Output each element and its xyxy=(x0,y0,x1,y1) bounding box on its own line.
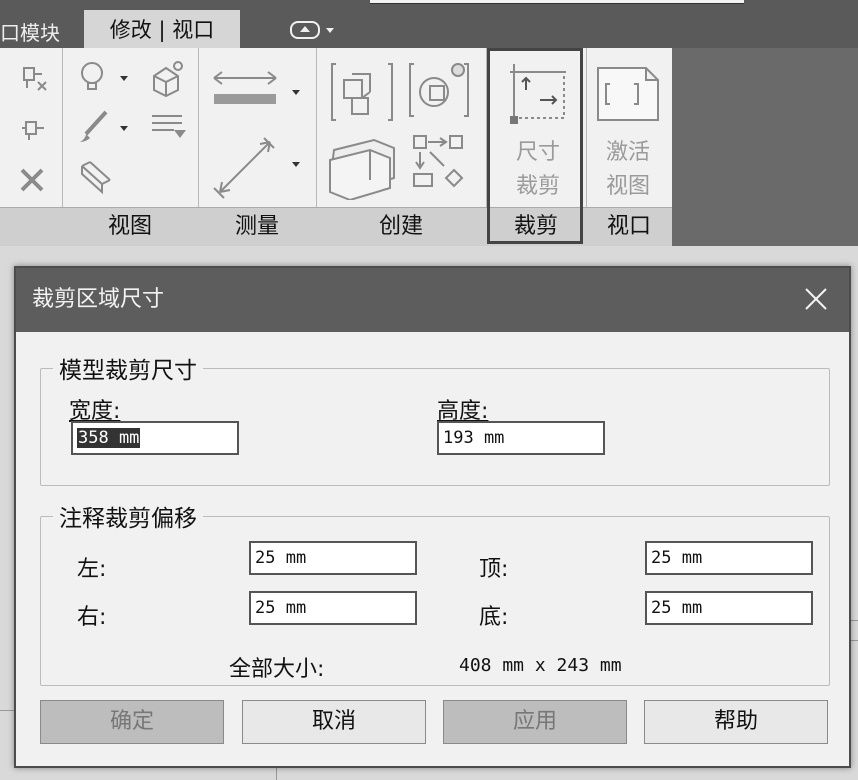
filter-lines-icon[interactable] xyxy=(148,110,188,142)
annotation-crop-offset-group: 注释裁剪偏移 左: 25 mm 顶: 25 mm 右: 25 mm 底: 25 … xyxy=(40,499,830,686)
model-crop-size-group: 模型裁剪尺寸 宽度: 358 mm 高度: 193 mm xyxy=(40,351,830,486)
model-crop-size-title: 模型裁剪尺寸 xyxy=(53,351,203,385)
ribbon-panel-partial xyxy=(0,48,63,246)
create-sheets-icon[interactable] xyxy=(326,130,406,200)
create-view-icon[interactable] xyxy=(330,60,400,124)
ribbon-panel-measure: 测量 xyxy=(198,48,317,246)
render-cube-icon[interactable] xyxy=(148,58,188,98)
drawing-line xyxy=(851,640,858,641)
measure-distance-icon[interactable] xyxy=(210,62,310,122)
brush-icon[interactable] xyxy=(76,108,136,148)
pin-icon[interactable] xyxy=(18,116,48,142)
crop-size-button-selected[interactable] xyxy=(487,48,583,244)
create-sequence-icon[interactable] xyxy=(410,132,480,196)
crop-region-size-dialog: 裁剪区域尺寸 模型裁剪尺寸 宽度: 358 mm 高度: 193 mm 注释裁剪… xyxy=(14,266,851,768)
panel-label-viewport: 视口 xyxy=(586,207,672,246)
delete-x-icon[interactable] xyxy=(18,166,46,194)
measure-element-icon[interactable] xyxy=(210,132,310,202)
create-callout-icon[interactable] xyxy=(408,58,478,122)
panel-label-empty xyxy=(0,207,62,246)
ribbon-panel-view: 视图 xyxy=(62,48,199,246)
dialog-title: 裁剪区域尺寸 xyxy=(32,287,165,312)
activate-view-icon[interactable] xyxy=(596,64,662,124)
top-offset-label: 顶: xyxy=(479,557,509,582)
chevron-down-icon[interactable] xyxy=(326,27,334,33)
ok-button[interactable]: 确定 xyxy=(40,700,224,744)
ribbon-panel-viewport: 激活 视图 视口 xyxy=(586,48,672,246)
drawing-line xyxy=(0,710,14,711)
tab-modify-viewport[interactable]: 修改 | 视口 xyxy=(84,10,240,48)
height-field[interactable]: 193 mm xyxy=(437,421,605,455)
height-value[interactable]: 193 mm xyxy=(443,428,504,448)
lightbulb-icon[interactable] xyxy=(78,60,136,96)
ribbon-panel-create: 创建 xyxy=(316,48,487,246)
annotation-crop-offset-title: 注释裁剪偏移 xyxy=(53,499,203,533)
title-input-edge xyxy=(370,0,744,4)
activate-view-label-1[interactable]: 激活 xyxy=(588,136,668,170)
panel-label-create: 创建 xyxy=(316,207,486,246)
top-offset-value[interactable]: 25 mm xyxy=(651,548,702,568)
ribbon-minimize-control[interactable] xyxy=(290,20,334,40)
total-size-value: 408 mm x 243 mm xyxy=(459,655,622,676)
apply-button[interactable]: 应用 xyxy=(443,700,627,744)
dialog-title-bar[interactable]: 裁剪区域尺寸 xyxy=(16,268,849,332)
top-offset-field[interactable]: 25 mm xyxy=(645,541,813,575)
left-offset-value[interactable]: 25 mm xyxy=(255,548,306,568)
ribbon-tab-bar: 口模块 修改 | 视口 xyxy=(0,0,858,48)
drawing-line xyxy=(276,768,277,780)
drawing-line xyxy=(851,620,858,621)
tab-partial[interactable]: 口模块 xyxy=(0,18,60,48)
total-size-label: 全部大小: xyxy=(229,657,325,682)
right-offset-value[interactable]: 25 mm xyxy=(255,598,306,618)
bottom-offset-value[interactable]: 25 mm xyxy=(651,598,702,618)
help-button[interactable]: 帮助 xyxy=(644,700,828,744)
width-value[interactable]: 358 mm xyxy=(77,428,141,448)
right-offset-field[interactable]: 25 mm xyxy=(249,591,417,625)
close-icon[interactable] xyxy=(803,286,829,312)
left-offset-label: 左: xyxy=(77,557,107,582)
panel-label-view: 视图 xyxy=(62,207,198,246)
bottom-offset-label: 底: xyxy=(479,605,509,630)
activate-view-label-2[interactable]: 视图 xyxy=(588,170,668,204)
left-offset-field[interactable]: 25 mm xyxy=(249,541,417,575)
view-box-icon[interactable] xyxy=(76,156,116,196)
cancel-button[interactable]: 取消 xyxy=(242,700,426,744)
right-offset-label: 右: xyxy=(77,605,107,630)
ribbon: 视图 测量 创建 尺寸 裁剪 裁剪 激活 视图 视口 xyxy=(0,48,672,246)
bottom-offset-field[interactable]: 25 mm xyxy=(645,591,813,625)
pin-off-icon[interactable] xyxy=(18,62,48,92)
ribbon-empty-area xyxy=(672,48,858,246)
panel-label-measure: 测量 xyxy=(198,207,316,246)
minimize-ribbon-icon[interactable] xyxy=(290,21,320,39)
width-field[interactable]: 358 mm xyxy=(71,421,239,455)
